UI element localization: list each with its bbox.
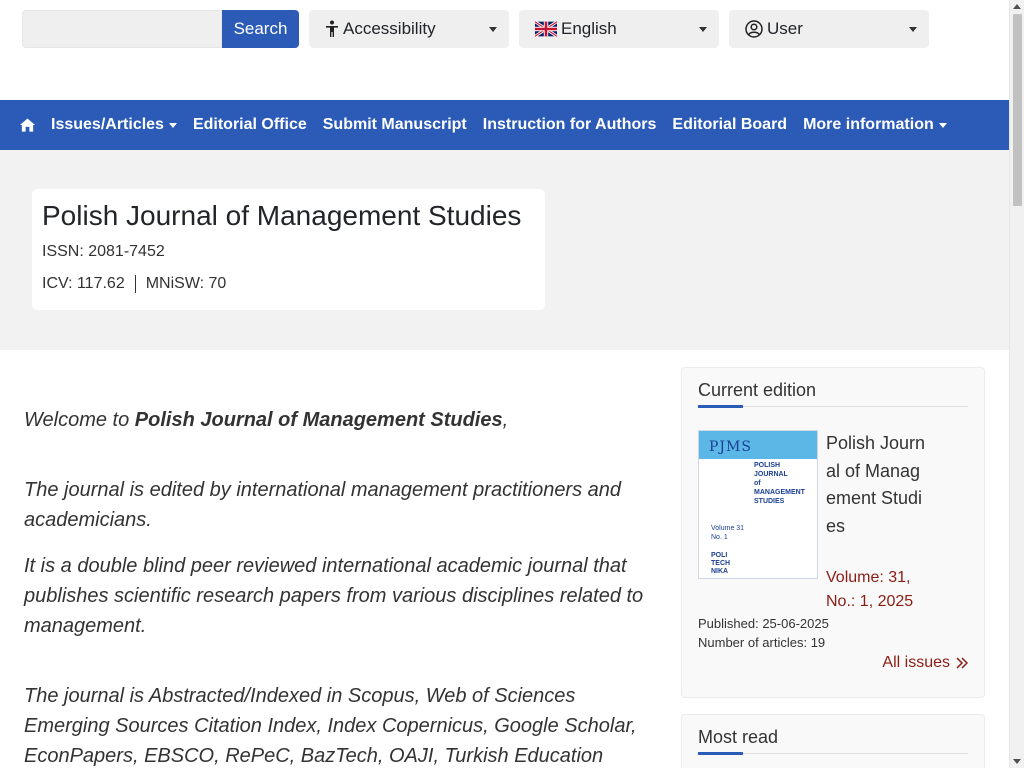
- user-dropdown[interactable]: User: [729, 10, 929, 48]
- cover-title: POLISH JOURNAL of MANAGEMENT STUDIES: [754, 461, 805, 506]
- issn: ISSN: 2081-7452: [42, 243, 165, 260]
- cover-number-line: No. 1: [711, 534, 728, 541]
- welcome-prefix: Welcome to: [24, 409, 135, 431]
- cover-publisher-logo: POLI TECH NIKA: [711, 552, 730, 576]
- journal-title: Polish Journal of Management Studies: [42, 200, 522, 231]
- chevron-down-icon: [938, 122, 947, 128]
- nav-label: Instruction for Authors: [482, 116, 657, 133]
- language-dropdown[interactable]: English: [519, 10, 719, 48]
- search-input[interactable]: [22, 10, 222, 48]
- heading-accent: [698, 752, 743, 755]
- nav-editorial-office[interactable]: Editorial Office: [193, 116, 307, 134]
- all-issues-link[interactable]: All issues: [882, 654, 968, 672]
- mnisw-value: MNiSW: 70: [145, 275, 227, 292]
- welcome-paragraph: Welcome to Polish Journal of Management …: [24, 405, 654, 435]
- nav-label: Issues/Articles: [51, 116, 164, 133]
- scrollbar-thumb[interactable]: [1013, 14, 1022, 206]
- icv-value: ICV: 117.62: [42, 275, 125, 292]
- scroll-down-arrow-icon[interactable]: [1013, 759, 1021, 764]
- nav-submit-manuscript[interactable]: Submit Manuscript: [323, 116, 467, 134]
- hero-section: Polish Journal of Management Studies ISS…: [0, 150, 1009, 350]
- journal-cover-image[interactable]: PJMS POLISH JOURNAL of MANAGEMENT STUDIE…: [698, 430, 818, 579]
- nav-label: Editorial Office: [192, 116, 307, 133]
- vertical-scrollbar[interactable]: [1009, 0, 1024, 768]
- current-edition-volume-link[interactable]: Volume: 31, No.: 1, 2025: [826, 566, 936, 614]
- cover-title-line: MANAGEMENT: [754, 489, 805, 496]
- chevron-down-icon: [489, 27, 497, 32]
- accessibility-dropdown[interactable]: Accessibility: [309, 10, 509, 48]
- divider: [134, 275, 136, 293]
- nav-label: More information: [803, 116, 934, 133]
- intro-text: Welcome to Polish Journal of Management …: [24, 405, 654, 768]
- accessibility-icon: [325, 20, 339, 38]
- nav-editorial-board[interactable]: Editorial Board: [672, 116, 787, 134]
- intro-paragraph-1: The journal is edited by international m…: [24, 479, 622, 531]
- most-read-card: Most read: [681, 714, 985, 768]
- journal-card: Polish Journal of Management Studies ISS…: [32, 189, 545, 310]
- number-of-articles: Number of articles: 19: [698, 635, 826, 650]
- heading-accent: [698, 405, 743, 408]
- cover-title-line: POLISH: [754, 462, 781, 469]
- chevron-down-icon: [909, 27, 917, 32]
- cover-title-line: JOURNAL: [754, 471, 788, 478]
- intro-paragraph-3: The journal is Abstracted/Indexed in Sco…: [24, 685, 637, 767]
- top-bar: Search Accessibility English User: [22, 10, 942, 48]
- chevron-down-icon: [168, 122, 177, 128]
- cover-title-line: STUDIES: [754, 498, 785, 505]
- main-nav: Issues/Articles Editorial Office Submit …: [0, 100, 1009, 150]
- current-edition-card: Current edition PJMS POLISH JOURNAL of M…: [681, 367, 985, 698]
- nav-issues-articles[interactable]: Issues/Articles: [51, 116, 177, 134]
- current-edition-heading: Current edition: [698, 380, 817, 400]
- welcome-suffix: ,: [502, 409, 509, 431]
- cover-volume-line: Volume 31: [711, 525, 745, 532]
- double-chevron-right-icon: [956, 657, 968, 669]
- accessibility-label: Accessibility: [343, 19, 436, 38]
- search-button[interactable]: Search: [222, 10, 299, 48]
- welcome-journal-name: Polish Journal of Management Studies: [134, 409, 503, 431]
- nav-instruction-for-authors[interactable]: Instruction for Authors: [483, 116, 657, 134]
- cover-mark: PJMS: [709, 439, 752, 455]
- current-edition-title[interactable]: Polish Journal of Management Studies: [826, 430, 926, 540]
- user-label: User: [767, 19, 803, 38]
- all-issues-label: All issues: [882, 654, 950, 671]
- cover-title-line: of: [754, 480, 761, 487]
- nav-label: Editorial Board: [672, 116, 788, 133]
- chevron-down-icon: [699, 27, 707, 32]
- cover-volume: Volume 31 No. 1: [711, 524, 744, 542]
- cover-logo-line: TECH: [711, 560, 731, 567]
- most-read-heading: Most read: [698, 727, 779, 747]
- cover-logo-line: POLI: [711, 552, 728, 559]
- home-icon[interactable]: [20, 118, 35, 132]
- language-label: English: [561, 19, 617, 38]
- nav-more-information[interactable]: More information: [803, 116, 947, 134]
- search-group: Search: [22, 10, 299, 48]
- user-circle-icon: [745, 20, 763, 38]
- intro-paragraph-2: It is a double blind peer reviewed inter…: [24, 555, 644, 637]
- cover-logo-line: NIKA: [711, 568, 729, 575]
- published-date: Published: 25-06-2025: [698, 616, 829, 631]
- page: Search Accessibility English User Issues…: [0, 0, 1009, 768]
- nav-label: Submit Manuscript: [322, 116, 467, 133]
- scroll-up-arrow-icon[interactable]: [1013, 4, 1021, 9]
- uk-flag-icon: [535, 21, 557, 37]
- journal-metrics: ICV: 117.62 MNiSW: 70: [42, 275, 535, 293]
